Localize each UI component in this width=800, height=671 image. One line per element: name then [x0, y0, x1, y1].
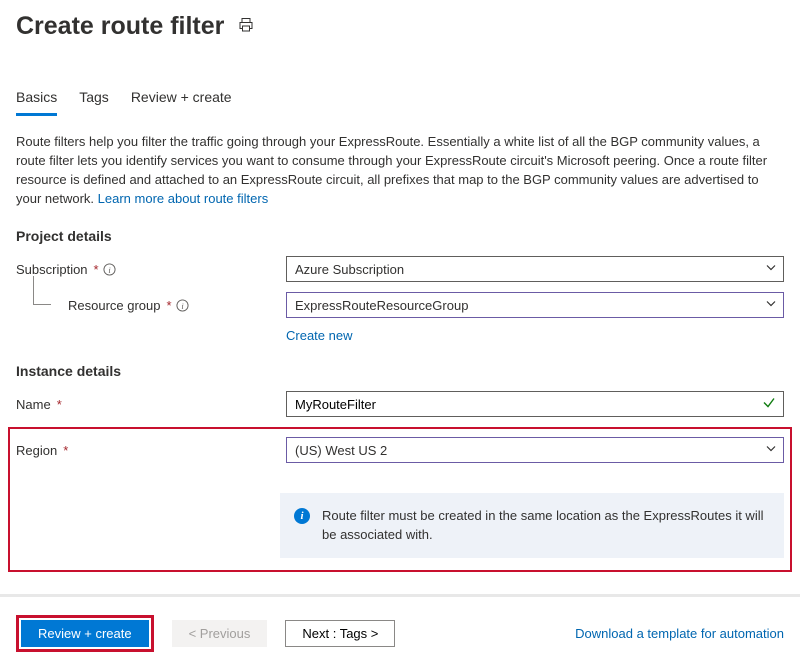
footer: Review + create < Previous Next : Tags >… [16, 615, 784, 668]
svg-text:i: i [108, 266, 111, 275]
learn-more-link[interactable]: Learn more about route filters [98, 191, 269, 206]
region-label: Region [16, 443, 57, 458]
tab-basics[interactable]: Basics [16, 83, 57, 116]
info-message: i Route filter must be created in the sa… [280, 493, 784, 557]
tab-review[interactable]: Review + create [131, 83, 232, 116]
name-label: Name [16, 397, 51, 412]
previous-button: < Previous [172, 620, 268, 647]
required-indicator: * [167, 298, 172, 313]
region-highlight-box: Region * (US) West US 2 i Route filter m… [8, 427, 792, 571]
project-details-heading: Project details [16, 228, 784, 244]
tabs: Basics Tags Review + create [16, 83, 784, 117]
info-icon[interactable]: i [103, 263, 116, 276]
tree-connector [16, 292, 64, 318]
chevron-down-icon [765, 443, 777, 458]
region-value: (US) West US 2 [295, 443, 387, 458]
subscription-value: Azure Subscription [295, 262, 404, 277]
info-icon: i [294, 508, 310, 524]
required-indicator: * [63, 443, 68, 458]
subscription-select[interactable]: Azure Subscription [286, 256, 784, 282]
review-create-button[interactable]: Review + create [21, 620, 149, 647]
required-indicator: * [94, 262, 99, 277]
divider [0, 594, 800, 597]
chevron-down-icon [765, 298, 777, 313]
checkmark-icon [762, 396, 776, 413]
review-button-highlight: Review + create [16, 615, 154, 652]
name-input[interactable] [286, 391, 784, 417]
resource-group-value: ExpressRouteResourceGroup [295, 298, 468, 313]
instance-details-heading: Instance details [16, 363, 784, 379]
tab-tags[interactable]: Tags [79, 83, 109, 116]
region-select[interactable]: (US) West US 2 [286, 437, 784, 463]
page-title: Create route filter [16, 12, 224, 41]
required-indicator: * [57, 397, 62, 412]
description-text: Route filters help you filter the traffi… [16, 133, 784, 208]
subscription-label: Subscription [16, 262, 88, 277]
create-new-link[interactable]: Create new [286, 328, 352, 343]
svg-text:i: i [181, 302, 184, 311]
next-button[interactable]: Next : Tags > [285, 620, 395, 647]
download-template-link[interactable]: Download a template for automation [575, 626, 784, 641]
print-icon[interactable] [238, 17, 254, 36]
chevron-down-icon [765, 262, 777, 277]
info-text: Route filter must be created in the same… [322, 507, 770, 543]
resource-group-label: Resource group [68, 298, 161, 313]
resource-group-select[interactable]: ExpressRouteResourceGroup [286, 292, 784, 318]
info-icon[interactable]: i [176, 299, 189, 312]
